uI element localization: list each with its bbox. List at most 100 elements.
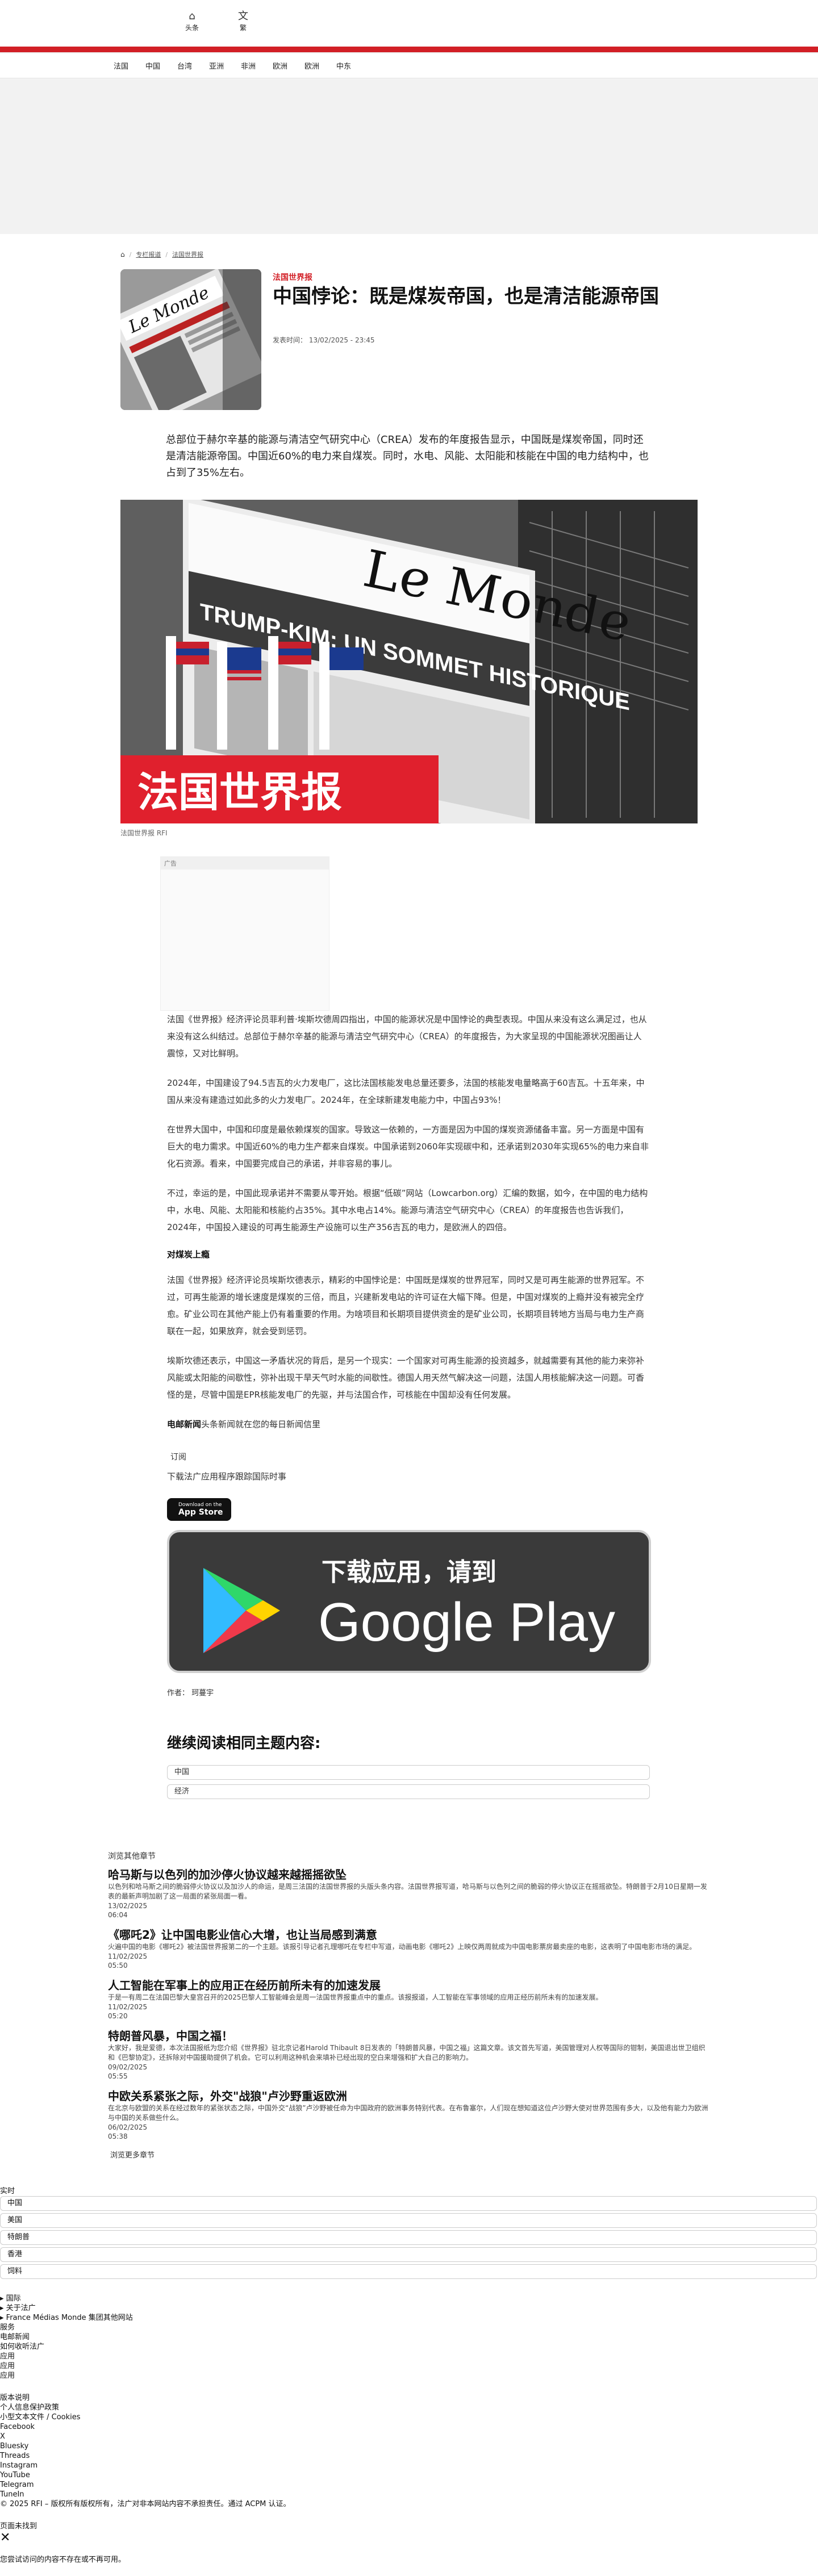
- breadcrumb: ⌂ / 专栏报道 / 法国世界报: [120, 250, 203, 259]
- item-title[interactable]: 中欧关系紧张之际，外交"战狼"卢沙野重返欧洲: [108, 2089, 710, 2104]
- social-tunein[interactable]: TuneIn: [0, 2490, 818, 2499]
- item-title[interactable]: 人工智能在军事上的应用正在经历前所未有的加速发展: [108, 1978, 710, 1993]
- footer-link[interactable]: 小型文本文件 / Cookies: [0, 2412, 818, 2422]
- article-lede: 总部位于赫尔辛基的能源与清洁空气研究中心（CREA）发布的年度报告显示，中国既是…: [166, 434, 649, 479]
- more-sections-link[interactable]: 浏览更多章节: [108, 2151, 155, 2160]
- more-label: 浏览其他章节: [108, 1852, 156, 1861]
- item-date: 13/02/2025: [108, 1902, 148, 1910]
- list-item[interactable]: 《哪吒2》让中国电影业信心大增，也让当局感到满意 火遍中国的电影《哪吒2》被法国…: [108, 1927, 710, 1970]
- footer-link[interactable]: 个人信息保护政策: [0, 2403, 818, 2412]
- nav-item[interactable]: 欧洲: [304, 60, 336, 71]
- list-item[interactable]: 特朗普风暴，中国之福！ 大家好，我是爱德，本次法国报纸为您介绍《世界报》驻北京记…: [108, 2029, 710, 2081]
- app-store-badge[interactable]: Download on the App Store: [167, 1498, 231, 1521]
- article-title: 中国悖论：既是煤炭帝国，也是清洁能源帝国: [273, 285, 659, 308]
- newsletter-promo: 电邮新闻头条新闻就在您的每日新闻信里: [167, 1416, 650, 1433]
- item-time: 05:50: [108, 1962, 128, 1969]
- top-bar: ⌂ 头条 文 繁: [0, 0, 818, 47]
- author-line: 作者： 珂蔓宇: [167, 1689, 214, 1697]
- footer-link[interactable]: 应用: [0, 2361, 818, 2371]
- breadcrumb-item[interactable]: 法国世界报: [172, 250, 203, 259]
- footer-link[interactable]: 如何收听法广: [0, 2342, 818, 2352]
- live-option[interactable]: 饲料: [0, 2264, 817, 2279]
- home-button[interactable]: ⌂ 头条: [175, 10, 209, 32]
- item-date: 09/02/2025: [108, 2063, 148, 2071]
- home-icon[interactable]: ⌂: [120, 250, 125, 258]
- close-icon[interactable]: ✕: [0, 2531, 818, 2545]
- footer-link[interactable]: 电邮新闻: [0, 2332, 818, 2342]
- item-summary: 大家好，我是爱德，本次法国报纸为您介绍《世界报》驻北京记者Harold Thib…: [108, 2044, 706, 2061]
- item-title[interactable]: 《哪吒2》让中国电影业信心大增，也让当局感到满意: [108, 1927, 710, 1942]
- google-play-icon: [203, 1568, 280, 1653]
- live-option[interactable]: 美国: [0, 2213, 817, 2228]
- home-icon: ⌂: [189, 10, 195, 22]
- newsletter-text: 头条新闻就在您的每日新闻信里: [201, 1419, 321, 1429]
- live-option[interactable]: 香港: [0, 2247, 817, 2262]
- article-body: 法国《世界报》经济评论员菲利普·埃斯坎德周四指出，中国的能源状况是中国悖论的典型…: [167, 1011, 651, 1799]
- hero-banner-text: 法国世界报: [137, 768, 342, 816]
- ad-banner-space: [0, 78, 818, 234]
- footer-link[interactable]: ▸ 关于法广: [0, 2303, 818, 2313]
- breadcrumb-item[interactable]: 专栏报道: [136, 250, 161, 259]
- list-item[interactable]: 哈马斯与以色列的加沙停火协议越来越摇摇欲坠 以色列和哈马斯之间的脆弱停火协议以及…: [108, 1867, 710, 1920]
- footer-link[interactable]: ▸ France Médias Monde 集团其他网站: [0, 2313, 818, 2323]
- publish-time: 发表时间： 13/02/2025 - 23:45: [273, 336, 375, 344]
- item-summary: 于是一有周二在法国巴黎大皇宫召开的2025巴黎人工智能峰会是周一法国世界报重点中…: [108, 1993, 603, 2001]
- item-time: 05:20: [108, 2012, 128, 2020]
- source-label[interactable]: 法国世界报: [273, 271, 312, 283]
- live-option[interactable]: 中国: [0, 2196, 817, 2211]
- nav-item[interactable]: 欧洲: [273, 60, 304, 71]
- item-title[interactable]: 特朗普风暴，中国之福！: [108, 2029, 710, 2043]
- social-instagram[interactable]: Instagram: [0, 2461, 818, 2470]
- item-date: 06/02/2025: [108, 2123, 148, 2131]
- list-item[interactable]: 人工智能在军事上的应用正在经历前所未有的加速发展 于是一有周二在法国巴黎大皇宫召…: [108, 1978, 710, 2021]
- footer-link[interactable]: 版本说明: [0, 2393, 818, 2403]
- paragraph: 在世界大国中，中国和印度是最依赖煤炭的国家。导致这一依赖的，一方面是因为中国的煤…: [167, 1124, 649, 1169]
- social-telegram[interactable]: Telegram: [0, 2480, 818, 2490]
- item-date: 11/02/2025: [108, 2003, 148, 2011]
- footer-link[interactable]: 应用: [0, 2352, 818, 2361]
- program-thumbnail: Le Monde: [120, 269, 261, 410]
- topic-tag[interactable]: 中国: [167, 1765, 650, 1780]
- live-label: 实时: [0, 2187, 15, 2196]
- social-facebook[interactable]: Facebook: [0, 2422, 818, 2432]
- social-youtube[interactable]: YouTube: [0, 2470, 818, 2480]
- paragraph: 2024年，中国建设了94.5吉瓦的火力发电厂，这比法国核能发电总量还要多，法国…: [167, 1078, 645, 1105]
- topic-tag[interactable]: 经济: [167, 1784, 650, 1799]
- list-item[interactable]: 中欧关系紧张之际，外交"战狼"卢沙野重返欧洲 在北京与欧盟的关系在经过数年的紧张…: [108, 2089, 710, 2141]
- translate-icon: 文: [238, 10, 248, 22]
- social-bluesky[interactable]: Bluesky: [0, 2441, 818, 2451]
- item-summary: 火遍中国的电影《哪吒2》被法国世界报第二的一个主题。该报引导记者孔理哪吒在专栏中…: [108, 1943, 696, 1951]
- footer-link[interactable]: 应用: [0, 2371, 818, 2381]
- google-play-badge[interactable]: 下载应用，请到 Google Play: [167, 1530, 651, 1673]
- notfound-title: 页面未找到: [0, 2522, 37, 2531]
- paragraph: 法国《世界报》经济评论员菲利普·埃斯坎德周四指出，中国的能源状况是中国悖论的典型…: [167, 1014, 647, 1059]
- social-threads[interactable]: Threads: [0, 2451, 818, 2461]
- nav-item[interactable]: 法国: [114, 60, 145, 71]
- main-nav: 法国 中国 台湾 亚洲 非洲 欧洲 欧洲 中东: [0, 53, 818, 78]
- newsletter-bold: 电邮新闻: [167, 1419, 202, 1429]
- item-date: 11/02/2025: [108, 1952, 148, 1960]
- brand-rule: [0, 47, 818, 52]
- social-x[interactable]: X: [0, 2432, 818, 2441]
- nav-item[interactable]: 中国: [145, 60, 177, 71]
- nav-item[interactable]: 中东: [336, 60, 368, 71]
- item-time: 05:55: [108, 2072, 128, 2080]
- footer-col-label: 服务: [0, 2323, 15, 2332]
- subscribe-button[interactable]: 订阅: [167, 1448, 190, 1466]
- item-title[interactable]: 哈马斯与以色列的加沙停火协议越来越摇摇欲坠: [108, 1867, 710, 1882]
- ad-slot[interactable]: 广告: [160, 856, 329, 1011]
- notfound-text: 您尝试访问的内容不存在或不再可用。: [0, 2556, 126, 2564]
- breadcrumb-separator: /: [129, 250, 132, 258]
- nav-item[interactable]: 非洲: [241, 60, 273, 71]
- item-summary: 在北京与欧盟的关系在经过数年的紧张状态之际，中国外交“战狼”卢沙野被任命为中国政…: [108, 2104, 708, 2122]
- nav-item[interactable]: 台湾: [177, 60, 209, 71]
- more-sections: 浏览其他章节 哈马斯与以色列的加沙停火协议越来越摇摇欲坠 以色列和哈马斯之间的脆…: [108, 1850, 710, 2160]
- language-button[interactable]: 文 繁: [226, 10, 260, 32]
- live-option[interactable]: 特朗普: [0, 2230, 817, 2245]
- nav-item[interactable]: 亚洲: [209, 60, 241, 71]
- appstore-small: Download on the: [178, 1502, 222, 1508]
- googleplay-top: 下载应用，请到: [322, 1558, 496, 1587]
- footer-link[interactable]: ▸ 国际: [0, 2294, 818, 2303]
